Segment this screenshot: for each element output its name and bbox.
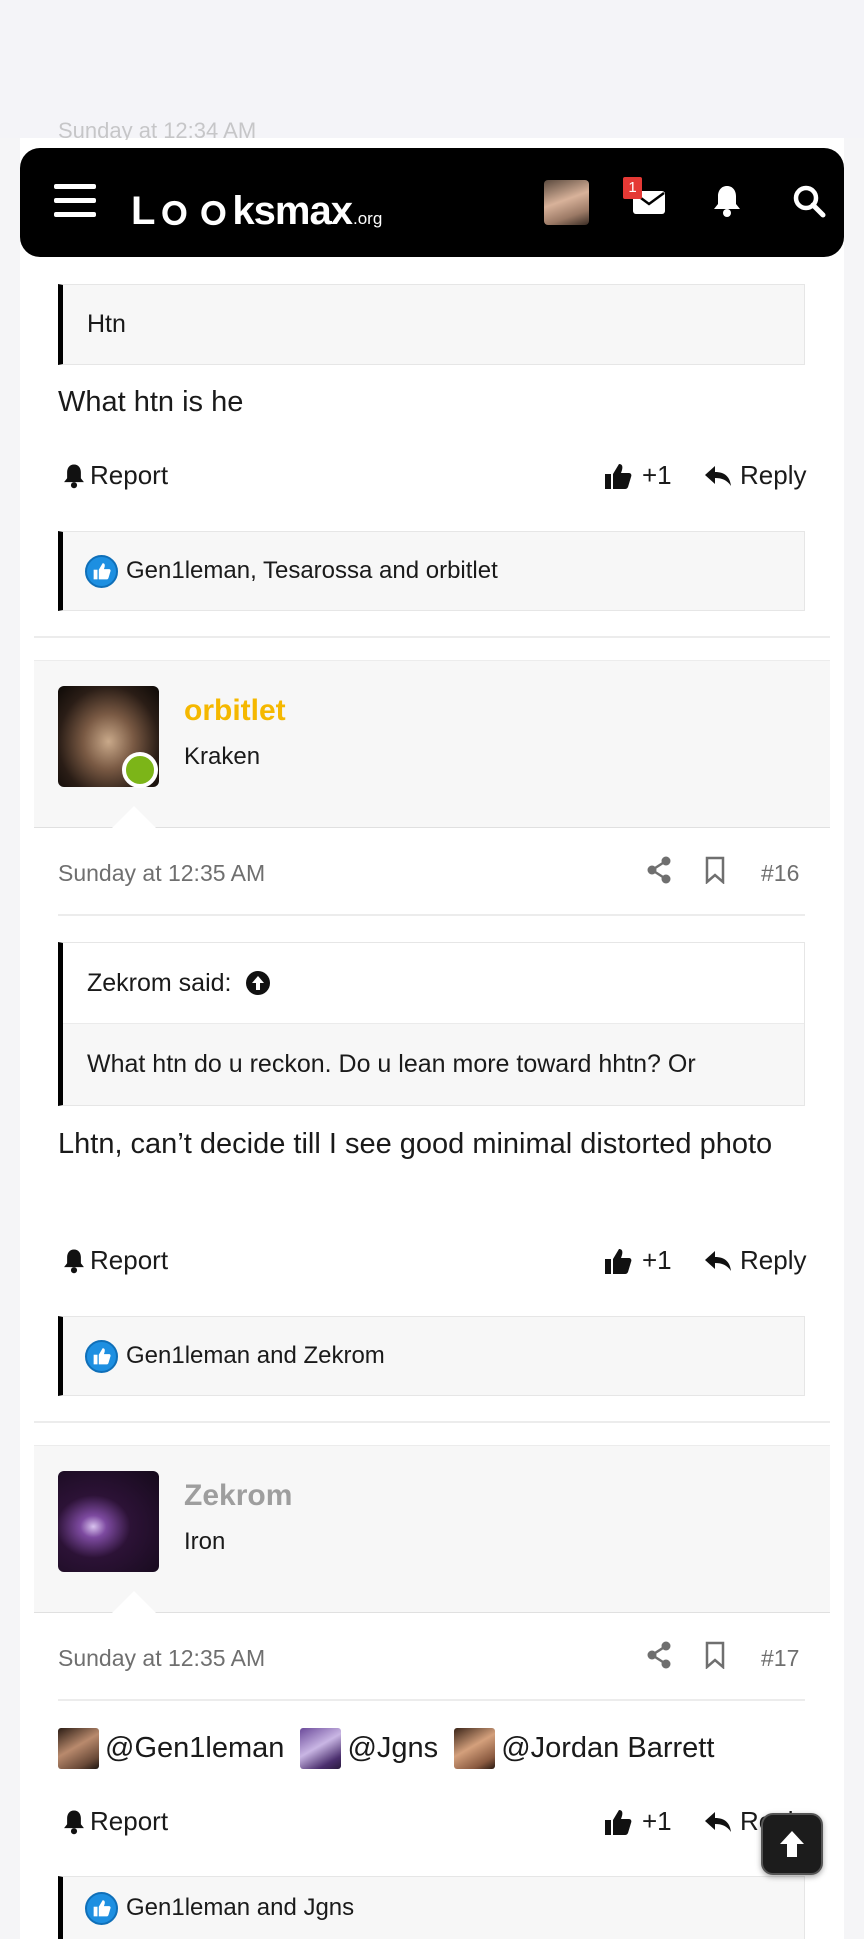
like-button[interactable]: +1 <box>604 1806 672 1837</box>
share-icon[interactable] <box>646 856 672 884</box>
reply-icon <box>705 465 731 486</box>
mention-link[interactable]: @Jordan Barrett <box>454 1726 714 1770</box>
pointer-arrow <box>112 806 156 828</box>
username[interactable]: orbitlet <box>184 694 286 728</box>
post-message: Lhtn, can’t decide till I see good minim… <box>58 1128 773 1160</box>
share-icon[interactable] <box>646 1641 672 1669</box>
like-count: +1 <box>642 1806 672 1836</box>
report-button[interactable]: Report <box>62 1806 168 1837</box>
mention-avatar <box>454 1727 496 1769</box>
online-status-icon <box>122 752 158 788</box>
like-count: +1 <box>642 1245 672 1275</box>
bell-icon <box>64 1249 84 1273</box>
site-header: Lｏｏksmax.org 1 <box>20 148 844 257</box>
user-title: Kraken <box>184 743 261 770</box>
reactions-list: Gen1leman, Tesarossa and orbitlet <box>126 557 498 584</box>
arrow-up-icon <box>780 1831 804 1857</box>
user-avatar[interactable] <box>544 180 589 225</box>
post-date[interactable]: Sunday at 12:35 AM <box>58 1645 265 1672</box>
post-message: @Gen1leman @Jgns @Jordan Barrett <box>58 1726 818 1782</box>
mention-avatar <box>300 1727 342 1769</box>
thumbs-up-icon <box>605 1248 632 1274</box>
post-meta: Sunday at 12:35 AM #17 <box>58 1637 805 1677</box>
quote-header[interactable]: Zekrom said: <box>63 943 804 1024</box>
report-label: Report <box>90 460 169 490</box>
quote-block: Htn <box>58 284 805 365</box>
user-title: Iron <box>184 1528 226 1555</box>
thumbs-up-icon <box>605 1809 632 1835</box>
post-user-bar: Zekrom Iron <box>34 1445 830 1613</box>
post-date[interactable]: Sunday at 12:35 AM <box>58 860 265 887</box>
mention-link[interactable]: @Jgns <box>300 1726 438 1770</box>
mention-avatar <box>58 1727 99 1769</box>
like-reaction-icon <box>85 554 118 588</box>
like-reaction-icon <box>85 1339 118 1373</box>
meta-divider <box>58 914 805 916</box>
like-reaction-icon <box>85 1891 118 1925</box>
reactions-bar[interactable]: Gen1leman and Zekrom <box>58 1316 805 1396</box>
post-message: What htn is he <box>58 386 244 418</box>
like-button[interactable]: +1 <box>604 460 672 491</box>
pointer-arrow <box>112 1591 156 1613</box>
post-number[interactable]: #17 <box>761 1645 799 1672</box>
reply-label: Reply <box>740 460 807 490</box>
reactions-bar[interactable]: Gen1leman and Jgns <box>58 1876 805 1939</box>
reply-label: Reply <box>740 1245 807 1275</box>
post-separator <box>34 636 830 638</box>
mention-name: @Gen1leman <box>105 1732 285 1764</box>
like-button[interactable]: +1 <box>604 1245 672 1276</box>
post-actions: Report +1 Reply <box>58 456 806 496</box>
post-actions: Report +1 Reply <box>58 1802 806 1842</box>
menu-icon[interactable] <box>54 184 96 220</box>
mention-name: @Jordan Barrett <box>501 1732 715 1764</box>
like-count: +1 <box>642 460 672 490</box>
reactions-list: Gen1leman and Jgns <box>126 1894 355 1921</box>
quote-text: Htn <box>87 310 126 338</box>
reactions-bar[interactable]: Gen1leman, Tesarossa and orbitlet <box>58 531 805 611</box>
site-logo[interactable]: Lｏｏksmax.org <box>131 178 382 236</box>
report-label: Report <box>90 1245 169 1275</box>
username[interactable]: Zekrom <box>184 1479 292 1513</box>
reply-button[interactable]: Reply <box>704 1245 806 1276</box>
mention-name: @Jgns <box>347 1732 439 1764</box>
bell-icon[interactable] <box>712 184 742 218</box>
bell-icon <box>64 1810 84 1834</box>
reactions-list: Gen1leman and Zekrom <box>126 1342 385 1369</box>
avatar[interactable] <box>58 1471 159 1572</box>
logo-text: Lｏｏksmax <box>131 189 353 233</box>
bookmark-icon[interactable] <box>704 856 726 884</box>
previous-post-meta: Sunday at 12:34 AM <box>58 118 257 140</box>
quote-text: What htn do u reckon. Do u lean more tow… <box>87 1049 696 1078</box>
report-label: Report <box>90 1806 169 1836</box>
search-icon[interactable] <box>792 184 826 218</box>
bookmark-icon[interactable] <box>704 1641 726 1669</box>
mention-link[interactable]: @Gen1leman <box>58 1726 284 1770</box>
post-user-bar: orbitlet Kraken <box>34 660 830 828</box>
post-actions: Report +1 Reply <box>58 1241 806 1281</box>
quote-author: Zekrom said: <box>87 968 232 997</box>
scroll-to-top-button[interactable] <box>761 1813 823 1875</box>
jump-to-quote-icon[interactable] <box>245 970 271 996</box>
thumbs-up-icon <box>605 463 632 489</box>
report-button[interactable]: Report <box>62 460 168 491</box>
reply-button[interactable]: Reply <box>704 460 806 491</box>
post-meta: Sunday at 12:35 AM #16 <box>58 852 805 892</box>
reply-icon <box>705 1811 731 1832</box>
post-separator <box>34 1421 830 1423</box>
meta-divider <box>58 1699 805 1701</box>
unread-badge: 1 <box>623 177 642 199</box>
post-number[interactable]: #16 <box>761 860 799 887</box>
quote-block: Zekrom said: What htn do u reckon. Do u … <box>58 942 805 1106</box>
report-button[interactable]: Report <box>62 1245 168 1276</box>
logo-tld: .org <box>352 209 383 228</box>
reply-icon <box>705 1250 731 1271</box>
bell-icon <box>64 464 84 488</box>
